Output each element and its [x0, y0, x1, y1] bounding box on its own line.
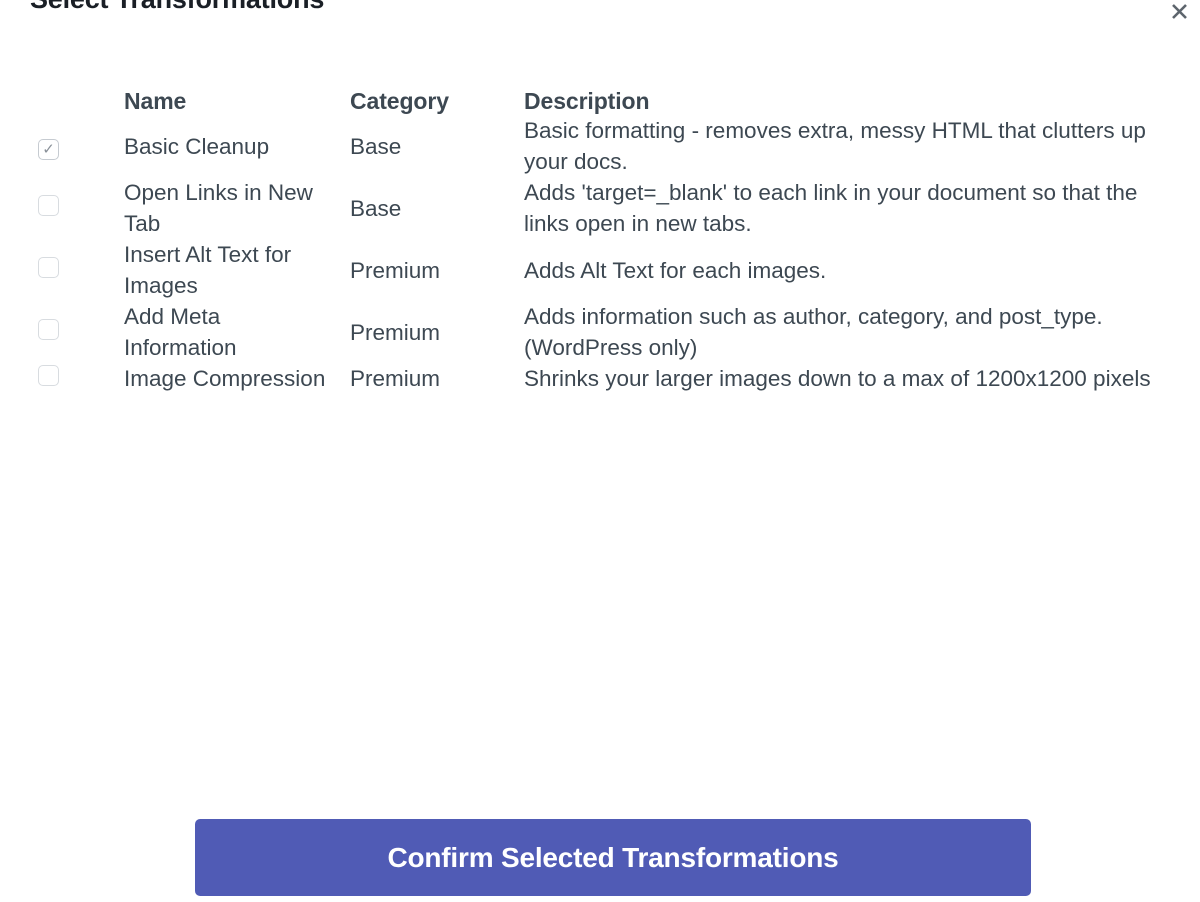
- checkbox-basic-cleanup[interactable]: ✓: [38, 138, 59, 160]
- transformation-category: Premium: [350, 257, 441, 283]
- table-header: Name Category Description: [36, 88, 1170, 115]
- column-header-description: Description: [524, 88, 650, 114]
- column-header-category: Category: [350, 88, 449, 114]
- row-select-cell: ✓: [36, 363, 124, 394]
- checkbox-add-meta-information[interactable]: ✓: [38, 318, 59, 340]
- close-icon: [1171, 3, 1188, 20]
- transformation-category: Base: [350, 133, 402, 159]
- table-row: ✓ Image Compression Premium Shrinks your…: [36, 363, 1170, 394]
- table-row: ✓ Insert Alt Text for Images Premium Add…: [36, 239, 1170, 301]
- transformation-description: Adds information such as author, categor…: [524, 304, 1103, 361]
- table-header-row: Name Category Description: [36, 88, 1170, 115]
- transformations-table: Name Category Description ✓ Basic Cleanu…: [36, 88, 1170, 394]
- close-button[interactable]: [1162, 0, 1196, 28]
- page-title: Select Transformations: [30, 0, 324, 15]
- transformation-description: Basic formatting - removes extra, messy …: [524, 118, 1146, 175]
- transformation-description: Adds Alt Text for each images.: [524, 257, 827, 283]
- confirm-selected-transformations-button[interactable]: Confirm Selected Transformations: [195, 819, 1031, 896]
- transformation-name: Open Links in New Tab: [124, 180, 313, 237]
- table-row: ✓ Open Links in New Tab Base Adds 'targe…: [36, 177, 1170, 239]
- transformation-name: Image Compression: [124, 366, 326, 392]
- check-icon: ✓: [42, 139, 55, 158]
- row-select-cell: ✓: [36, 115, 124, 177]
- column-header-select: [36, 88, 124, 115]
- transformations-table-wrap: Name Category Description ✓ Basic Cleanu…: [0, 88, 1200, 394]
- checkbox-open-links-in-new-tab[interactable]: ✓: [38, 194, 59, 216]
- checkbox-insert-alt-text-for-images[interactable]: ✓: [38, 256, 59, 278]
- table-body: ✓ Basic Cleanup Base Basic formatting - …: [36, 115, 1170, 394]
- transformation-description: Shrinks your larger images down to a max…: [524, 366, 1151, 392]
- transformation-category: Premium: [350, 319, 441, 345]
- transformation-name: Basic Cleanup: [124, 133, 270, 159]
- row-select-cell: ✓: [36, 177, 124, 239]
- column-header-name: Name: [124, 88, 187, 114]
- row-select-cell: ✓: [36, 239, 124, 301]
- transformation-name: Insert Alt Text for Images: [124, 242, 292, 299]
- transformation-name: Add Meta Information: [124, 304, 237, 361]
- transformation-category: Base: [350, 195, 402, 221]
- table-row: ✓ Basic Cleanup Base Basic formatting - …: [36, 115, 1170, 177]
- transformation-category: Premium: [350, 366, 441, 392]
- select-transformations-modal: Select Transformations Name Category: [0, 0, 1200, 902]
- row-select-cell: ✓: [36, 301, 124, 363]
- checkbox-image-compression[interactable]: ✓: [38, 365, 59, 387]
- transformation-description: Adds 'target=_blank' to each link in you…: [524, 180, 1138, 237]
- table-row: ✓ Add Meta Information Premium Adds info…: [36, 301, 1170, 363]
